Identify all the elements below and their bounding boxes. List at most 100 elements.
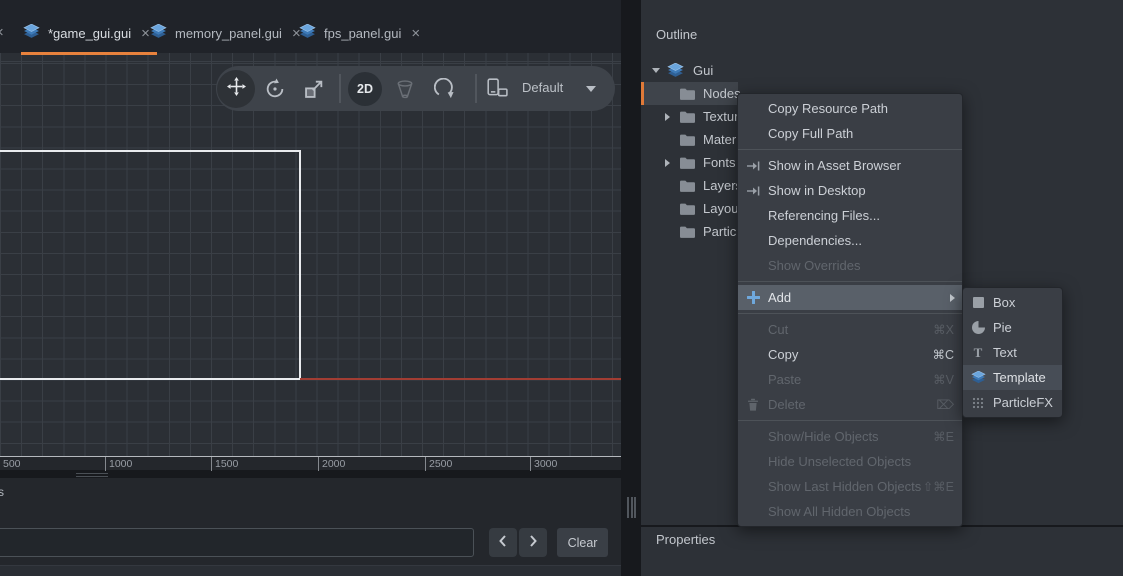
scene-view-canvas[interactable]: 2D xyxy=(0,53,621,456)
menu-item-label: Show in Asset Browser xyxy=(768,158,962,173)
tab-label: *game_gui.gui xyxy=(48,26,131,41)
menu-item-label: ParticleFX xyxy=(993,395,1062,410)
ruler-tick xyxy=(318,457,319,471)
submenu-item-template[interactable]: Template xyxy=(963,365,1062,390)
search-input[interactable] xyxy=(0,528,474,557)
menu-item-label: Copy Full Path xyxy=(768,126,962,141)
bottom-panel-footer xyxy=(0,565,621,576)
box-icon xyxy=(963,297,993,308)
next-result-button[interactable] xyxy=(519,528,547,557)
panel-resize-handle[interactable] xyxy=(627,497,636,518)
submenu-item-box[interactable]: Box xyxy=(963,290,1062,315)
layout-profile-dropdown[interactable]: Default xyxy=(522,80,563,95)
gui-file-icon xyxy=(667,63,684,81)
scale-tool-icon xyxy=(303,78,325,105)
menu-shortcut: ⌘V xyxy=(933,372,954,387)
menu-item-label: Show Last Hidden Objects xyxy=(768,479,923,494)
gui-bounds-rectangle xyxy=(0,150,301,380)
tab-memory-panel[interactable]: memory_panel.gui × xyxy=(140,0,311,53)
menu-shortcut: ⇧⌘E xyxy=(923,479,954,494)
submenu-item-text[interactable]: T Text xyxy=(963,340,1062,365)
ruler-tick-label: 2500 xyxy=(429,458,452,470)
tab-game-gui[interactable]: *game_gui.gui × xyxy=(13,0,160,53)
folder-icon xyxy=(680,203,695,218)
tree-row-label: Nodes xyxy=(703,86,741,101)
perspective-camera-button[interactable] xyxy=(394,78,416,105)
submenu-item-particlefx[interactable]: ParticleFX xyxy=(963,390,1062,415)
toolbar-separator xyxy=(475,74,477,103)
menu-item-label: Pie xyxy=(993,320,1062,335)
perspective-camera-icon xyxy=(394,78,416,105)
menu-item-label: Dependencies... xyxy=(768,233,962,248)
tab-fps-panel[interactable]: fps_panel.gui × xyxy=(289,0,430,53)
menu-item-show-in-desktop[interactable]: Show in Desktop xyxy=(738,178,962,203)
defold-editor-window: 2D xyxy=(0,0,1123,576)
menu-item-label: Show/Hide Objects xyxy=(768,429,933,444)
menu-separator xyxy=(738,149,962,150)
gui-file-icon xyxy=(23,24,40,42)
horizontal-scrollbar[interactable] xyxy=(0,470,621,478)
rotate-tool-button[interactable] xyxy=(264,78,286,105)
folder-icon xyxy=(680,88,695,103)
jump-to-icon xyxy=(738,186,768,196)
menu-shortcut: ⌘X xyxy=(933,322,954,337)
menu-item-copy-full-path[interactable]: Copy Full Path xyxy=(738,121,962,146)
menu-separator xyxy=(738,313,962,314)
tree-row-gui[interactable]: Gui xyxy=(641,59,1123,82)
menu-item-dependencies[interactable]: Dependencies... xyxy=(738,228,962,253)
2d-mode-button[interactable]: 2D xyxy=(348,72,382,106)
plus-icon xyxy=(738,291,768,304)
particlefx-icon xyxy=(963,397,993,409)
expand-arrow-icon[interactable] xyxy=(665,159,670,167)
move-tool-button[interactable] xyxy=(217,70,255,108)
panel-label-partial: s xyxy=(0,485,4,499)
layout-device-icon xyxy=(486,78,508,98)
menu-item-label: Show All Hidden Objects xyxy=(768,504,962,519)
gui-file-icon xyxy=(150,24,167,42)
submenu-arrow-icon xyxy=(950,290,955,305)
canvas-ruler: 500 1000 1500 2000 2500 3000 xyxy=(0,456,621,470)
reset-camera-icon xyxy=(434,78,456,105)
chevron-right-icon xyxy=(529,534,537,552)
ruler-tick-label: 1000 xyxy=(109,458,132,470)
template-icon xyxy=(963,371,993,384)
prev-result-button[interactable] xyxy=(489,528,517,557)
text-icon: T xyxy=(963,346,993,359)
reset-camera-button[interactable] xyxy=(434,78,456,105)
menu-item-copy[interactable]: Copy ⌘C xyxy=(738,342,962,367)
scene-toolbar: 2D xyxy=(216,66,615,111)
editor-panel: 2D xyxy=(0,0,621,576)
x-axis-line xyxy=(300,378,621,380)
menu-item-label: Delete xyxy=(768,397,936,412)
close-icon[interactable]: × xyxy=(411,26,420,41)
menu-item-copy-resource-path[interactable]: Copy Resource Path xyxy=(738,96,962,121)
ruler-tick xyxy=(425,457,426,471)
rotate-tool-icon xyxy=(264,78,286,105)
editor-tab-bar: × *game_gui.gui × xyxy=(0,0,621,53)
ruler-tick-label: 2000 xyxy=(322,458,345,470)
menu-shortcut: ⌦ xyxy=(936,397,954,412)
folder-icon xyxy=(680,180,695,195)
menu-item-show-overrides: Show Overrides xyxy=(738,253,962,278)
close-icon[interactable]: × xyxy=(0,24,4,41)
gui-file-icon xyxy=(299,24,316,42)
menu-item-show-in-asset-browser[interactable]: Show in Asset Browser xyxy=(738,153,962,178)
folder-icon xyxy=(680,134,695,149)
ruler-tick xyxy=(105,457,106,471)
menu-item-label: Add xyxy=(768,290,950,305)
collapse-arrow-icon[interactable] xyxy=(652,68,660,73)
menu-item-add[interactable]: Add xyxy=(738,285,962,310)
menu-item-hide-unselected-objects: Hide Unselected Objects xyxy=(738,449,962,474)
chevron-down-icon[interactable] xyxy=(586,86,596,92)
menu-item-label: Hide Unselected Objects xyxy=(768,454,962,469)
menu-item-label: Box xyxy=(993,295,1062,310)
expand-arrow-icon[interactable] xyxy=(665,113,670,121)
jump-to-icon xyxy=(738,161,768,171)
folder-icon xyxy=(680,226,695,241)
ruler-tick xyxy=(530,457,531,471)
submenu-item-pie[interactable]: Pie xyxy=(963,315,1062,340)
menu-item-label: Cut xyxy=(768,322,933,337)
scale-tool-button[interactable] xyxy=(303,78,325,105)
clear-button[interactable]: Clear xyxy=(557,528,608,557)
menu-item-referencing-files[interactable]: Referencing Files... xyxy=(738,203,962,228)
